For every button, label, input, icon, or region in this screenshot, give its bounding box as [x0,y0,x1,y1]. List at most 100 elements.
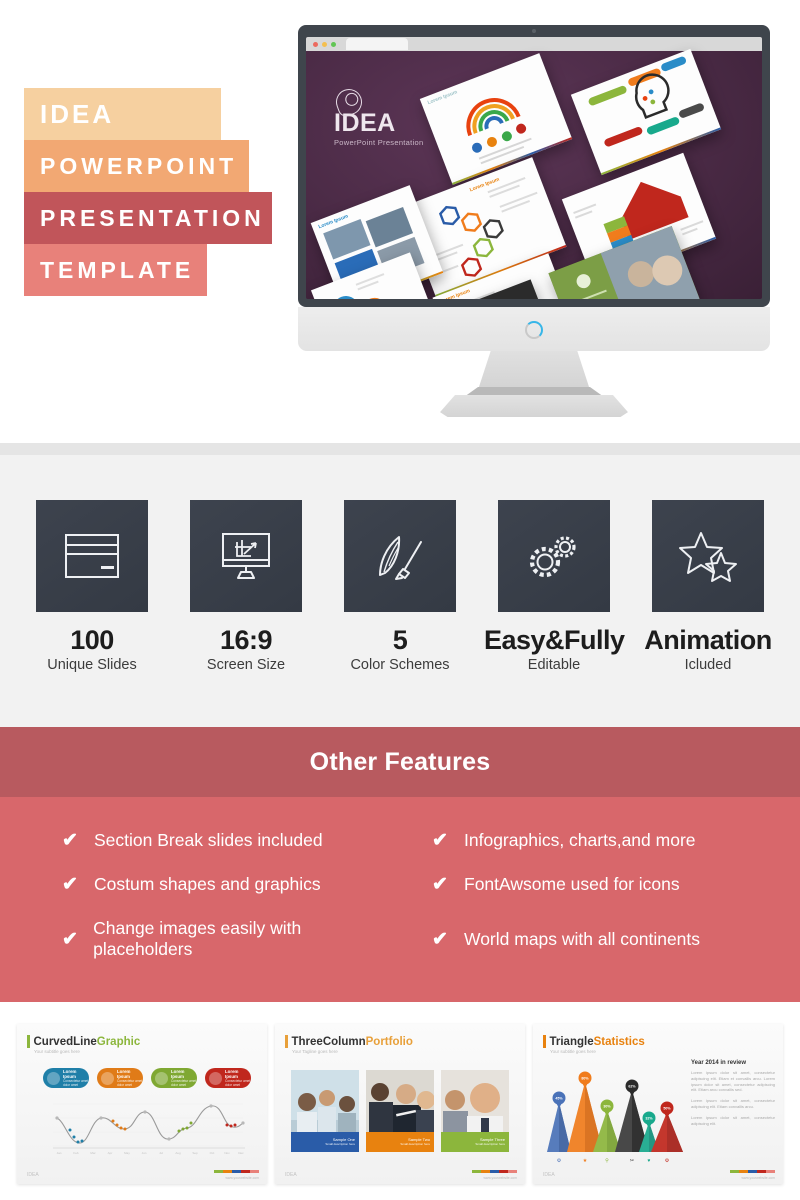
check-icon: ✔ [62,874,78,895]
title-tick-icon [543,1035,546,1048]
feature-text: FontAwsome used for icons [464,874,680,894]
preview-color-strip [730,1170,775,1173]
other-features-header: Other Features [0,727,800,797]
photo-caption: Sample Two Small description here [366,1132,434,1152]
pill-text: Lorem Ipsum Consectetur amet dolor amet [117,1069,143,1087]
slide-preview-threecolumn[interactable]: ThreeColumn Portfolio Your Tagline goes … [275,1024,525,1184]
check-icon: ✔ [62,928,78,950]
svg-text:⚲: ⚲ [605,1158,609,1164]
svg-text:♥: ♥ [648,1158,651,1164]
slide-previews-section: CurvedLine Graphic Your subtitle goes he… [0,1002,800,1196]
svg-text:30%: 30% [603,1104,611,1108]
svg-text:50%: 50% [663,1106,671,1110]
browser-tab[interactable] [346,38,408,50]
body-paragraph: Lorem ipsum dolor sit amet, consectetur … [691,1098,775,1109]
svg-text:Nov: Nov [224,1151,230,1155]
close-icon[interactable] [313,41,318,47]
preview-title: Triangle Statistics [543,1035,645,1048]
svg-text:Oct: Oct [210,1151,215,1155]
check-icon: ✔ [432,830,448,851]
pill-icon [47,1071,60,1085]
list-item: ✔ Section Break slides included [40,830,390,851]
svg-text:32%: 32% [645,1116,653,1120]
idea-logo-subtitle: PowerPoint Presentation [334,138,424,147]
preview-subtitle: Your subtitle goes here [34,1049,80,1054]
svg-text:Jun: Jun [142,1151,147,1155]
preview-copyright: www.yourwebsite.com [225,1176,259,1180]
feature-text: World maps with all continents [464,928,701,949]
monitor-screen: IDEA PowerPoint Presentation Lorem Ipsum [306,37,762,299]
list-item: ✔ World maps with all continents [410,918,760,960]
slide-preview-curvedline[interactable]: CurvedLine Graphic Your subtitle goes he… [17,1024,267,1184]
pill-item: Lorem Ipsum Consectetur amet dolor amet [97,1068,143,1088]
svg-text:★: ★ [583,1158,588,1164]
feature-label: Editable [527,657,581,674]
preview-color-strip [214,1170,259,1173]
preview-title: CurvedLine Graphic [27,1035,140,1048]
features-row: 100 Unique Slides 16:9 Screen Size 5 Col… [0,500,800,673]
monitor-mockup: IDEA PowerPoint Presentation Lorem Ipsum [288,25,780,417]
preview-title-accent: Graphic [96,1035,141,1048]
preview-title-dark: Triangle [549,1035,594,1048]
check-icon: ✔ [62,830,78,851]
check-icon: ✔ [432,928,448,950]
preview-copyright: www.yourwebsite.com [483,1176,517,1180]
preview-logo: IDEA [285,1172,297,1178]
preview-title-accent: Portfolio [365,1035,413,1048]
feature-value: 100 [70,625,114,655]
preview-title-dark: CurvedLine [33,1035,97,1048]
preview-title: ThreeColumn Portfolio [285,1035,413,1048]
feature-item-screen-size: 16:9 Screen Size [176,500,316,673]
pill-icon [155,1071,168,1085]
slide-card [570,48,722,176]
photo-caption: Sample Three Small description here [441,1132,509,1152]
svg-text:May: May [124,1151,130,1155]
svg-text:⚙: ⚙ [557,1158,562,1164]
hero-title-line-2: POWERPOINT [24,140,249,192]
preview-title-accent: Statistics [593,1035,645,1048]
title-tick-icon [27,1035,30,1048]
svg-text:45%: 45% [555,1096,563,1100]
feature-item-animation: Animation Icluded [638,500,778,673]
svg-text:Sep: Sep [192,1151,198,1155]
pill-text: Lorem Ipsum Consectetur amet dolor amet [225,1069,251,1087]
feature-value: 16:9 [219,625,273,655]
feature-item-color-schemes: 5 Color Schemes [330,500,470,673]
brand-logo-icon [525,321,543,339]
svg-text:Mar: Mar [90,1151,95,1155]
svg-text:Feb: Feb [73,1151,79,1155]
feature-value: Easy&Fully [484,625,625,655]
pill-item: Lorem Ipsum Consectetur amet dolor amet [43,1068,89,1088]
portfolio-card: Sample Three Small description here [441,1070,509,1152]
minimize-icon[interactable] [322,41,327,47]
preview-logo: IDEA [27,1172,39,1178]
window-controls[interactable] [306,41,336,47]
svg-text:80%: 80% [581,1076,589,1080]
pill-item: Lorem Ipsum Consectetur amet dolor amet [205,1068,251,1088]
maximize-icon[interactable] [331,41,336,47]
pill-item: Lorem Ipsum Consectetur amet dolor amet [151,1068,197,1088]
feature-text: Infographics, charts,and more [464,830,696,850]
stars-icon [652,500,764,612]
hero-title-line-1: IDEA [24,88,221,140]
hero-title-line-3: PRESENTATION [24,192,272,244]
hero-title-stack: IDEA POWERPOINT PRESENTATION TEMPLATE [24,88,294,296]
svg-text:Jan: Jan [57,1151,62,1155]
svg-text:Apr: Apr [108,1151,113,1155]
hero-title-line-4: TEMPLATE [24,244,207,296]
gears-icon [498,500,610,612]
slide-preview-triangle[interactable]: Triangle Statistics Your subtitle goes h… [533,1024,783,1184]
slide-collage: IDEA PowerPoint Presentation Lorem Ipsum [306,48,762,299]
monitor-chin [298,307,770,351]
feature-label: Icluded [684,657,732,674]
list-item: ✔ FontAwsome used for icons [410,874,760,895]
hero-section: IDEA POWERPOINT PRESENTATION TEMPLATE ID… [0,0,800,443]
svg-text:Dec: Dec [238,1151,244,1155]
svg-text:62%: 62% [628,1084,636,1088]
feature-label: Color Schemes [350,657,450,674]
svg-text:✂: ✂ [630,1158,634,1164]
feature-item-editable: Easy&Fully Editable [484,500,625,674]
list-item: ✔ Infographics, charts,and more [410,830,760,851]
webcam-icon [532,29,536,33]
color-schemes-icon [344,500,456,612]
